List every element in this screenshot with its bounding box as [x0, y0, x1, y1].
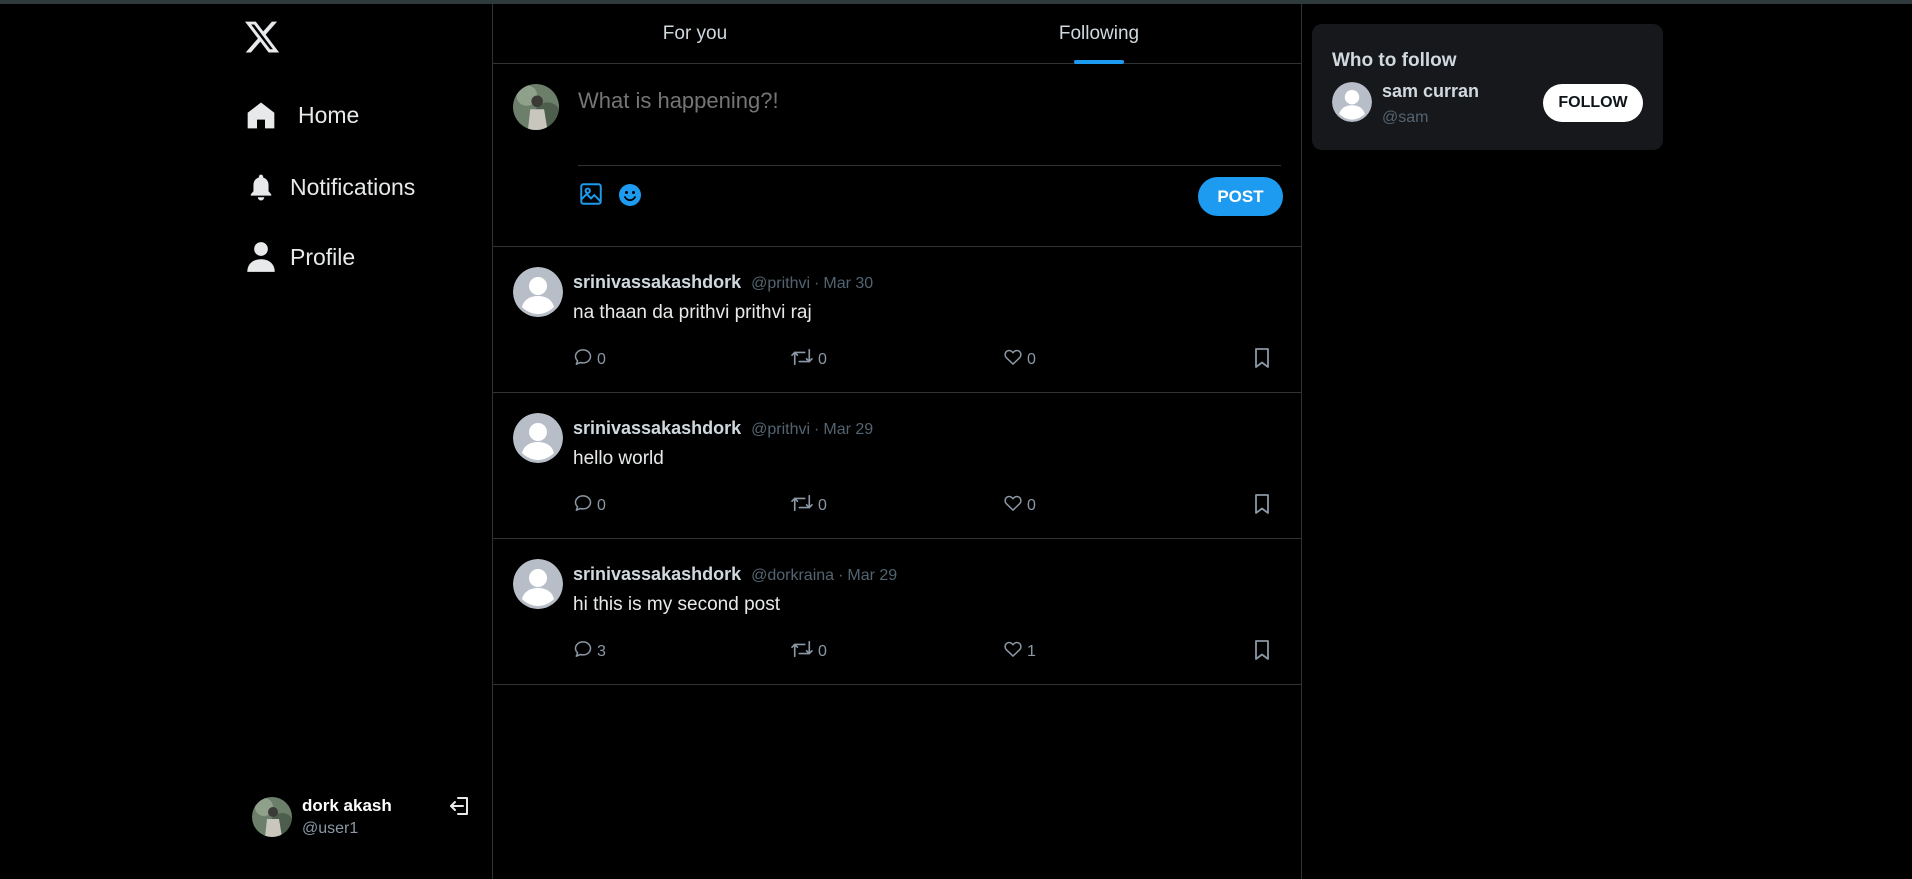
main-timeline: For you Following POST srinivassakashdor…	[492, 4, 1302, 879]
tweet-date: Mar 30	[823, 275, 874, 292]
heart-icon	[1003, 639, 1023, 664]
x-logo-icon[interactable]	[243, 18, 281, 56]
tweet-author-handle[interactable]: @prithvi	[751, 275, 810, 293]
repost-count: 0	[818, 496, 827, 514]
home-icon	[244, 98, 278, 132]
sidebar-item-profile[interactable]: Profile	[244, 240, 355, 274]
tab-for-you[interactable]: For you	[493, 4, 897, 63]
panel-title: Who to follow	[1332, 50, 1457, 71]
tweet-text: hi this is my second post	[573, 594, 780, 615]
like-count: 0	[1027, 350, 1036, 368]
emoji-icon[interactable]	[618, 183, 642, 207]
tweet-date: Mar 29	[847, 567, 898, 584]
reply-button[interactable]: 3	[573, 639, 606, 664]
like-count: 1	[1027, 642, 1036, 660]
tweet-item[interactable]: srinivassakashdork @prithvi · Mar 30 na …	[493, 247, 1301, 393]
like-button[interactable]: 0	[1003, 347, 1036, 372]
sidebar-item-label: Home	[298, 101, 360, 128]
heart-icon	[1003, 347, 1023, 372]
suggested-user-handle: @sam	[1382, 109, 1429, 126]
tweet-actions: 3 0 1	[573, 639, 1283, 663]
separator-dot: ·	[814, 421, 820, 438]
reply-button[interactable]: 0	[573, 347, 606, 372]
reply-count: 0	[597, 350, 606, 368]
account-display-name: dork akash	[302, 796, 392, 815]
reply-button[interactable]: 0	[573, 493, 606, 518]
image-icon[interactable]	[578, 181, 604, 207]
heart-icon	[1003, 493, 1023, 518]
timeline-tabs: For you Following	[493, 4, 1301, 64]
account-handle: @user1	[302, 820, 359, 837]
post-button[interactable]: POST	[1198, 177, 1283, 216]
repost-icon	[790, 493, 814, 518]
repost-button[interactable]: 0	[790, 347, 827, 372]
tweet-item[interactable]: srinivassakashdork @dorkraina · Mar 29 h…	[493, 539, 1301, 685]
follow-button[interactable]: FOLLOW	[1543, 84, 1643, 122]
avatar	[513, 413, 563, 463]
tweet-author-handle[interactable]: @dorkraina	[751, 567, 834, 585]
bookmark-icon	[1253, 347, 1271, 374]
bookmark-icon	[1253, 493, 1271, 520]
suggested-user-name[interactable]: sam curran	[1382, 81, 1479, 102]
separator-dot: ·	[814, 275, 820, 292]
tweet-author-name[interactable]: srinivassakashdork	[573, 272, 741, 293]
tweet-actions: 0 0 0	[573, 493, 1283, 517]
logout-icon[interactable]	[448, 794, 472, 818]
bookmark-button[interactable]	[1253, 493, 1271, 520]
sidebar-item-notifications[interactable]: Notifications	[244, 170, 415, 204]
like-count: 0	[1027, 496, 1036, 514]
left-sidebar: Home Notifications Profile dork akash @u…	[0, 4, 492, 879]
bookmark-button[interactable]	[1253, 639, 1271, 666]
reply-count: 3	[597, 642, 606, 660]
compose-input[interactable]	[578, 88, 1278, 114]
reply-icon	[573, 347, 593, 372]
bookmark-button[interactable]	[1253, 347, 1271, 374]
tab-label: Following	[1058, 22, 1140, 44]
compose-box: POST	[493, 64, 1301, 247]
compose-divider	[578, 165, 1281, 166]
sidebar-item-home[interactable]: Home	[244, 98, 359, 132]
avatar	[513, 84, 559, 130]
bookmark-icon	[1253, 639, 1271, 666]
tweet-author-name[interactable]: srinivassakashdork	[573, 564, 741, 585]
avatar	[513, 559, 563, 609]
tab-label: For you	[662, 22, 728, 44]
reply-icon	[573, 493, 593, 518]
avatar	[513, 267, 563, 317]
repost-button[interactable]: 0	[790, 639, 827, 664]
repost-button[interactable]: 0	[790, 493, 827, 518]
reply-count: 0	[597, 496, 606, 514]
account-switcher[interactable]: dork akash @user1	[252, 792, 477, 842]
like-button[interactable]: 1	[1003, 639, 1036, 664]
tweet-author-handle[interactable]: @prithvi	[751, 421, 810, 439]
user-icon	[244, 240, 278, 274]
like-button[interactable]: 0	[1003, 493, 1036, 518]
sidebar-item-label: Profile	[290, 243, 356, 270]
reply-icon	[573, 639, 593, 664]
sidebar-item-label: Notifications	[290, 173, 416, 200]
tweet-item[interactable]: srinivassakashdork @prithvi · Mar 29 hel…	[493, 393, 1301, 539]
repost-count: 0	[818, 350, 827, 368]
who-to-follow-panel: Who to follow sam curran @sam FOLLOW	[1312, 24, 1663, 150]
tweet-date: Mar 29	[823, 421, 874, 438]
separator-dot: ·	[838, 567, 844, 584]
avatar	[252, 797, 292, 837]
tweet-actions: 0 0 0	[573, 347, 1283, 371]
tweet-author-name[interactable]: srinivassakashdork	[573, 418, 741, 439]
repost-count: 0	[818, 642, 827, 660]
repost-icon	[790, 347, 814, 372]
repost-icon	[790, 639, 814, 664]
tweet-text: na thaan da prithvi prithvi raj	[573, 302, 812, 323]
tab-following[interactable]: Following	[897, 4, 1301, 64]
avatar[interactable]	[1332, 82, 1372, 122]
bell-icon	[244, 170, 278, 204]
tweet-text: hello world	[573, 448, 664, 469]
